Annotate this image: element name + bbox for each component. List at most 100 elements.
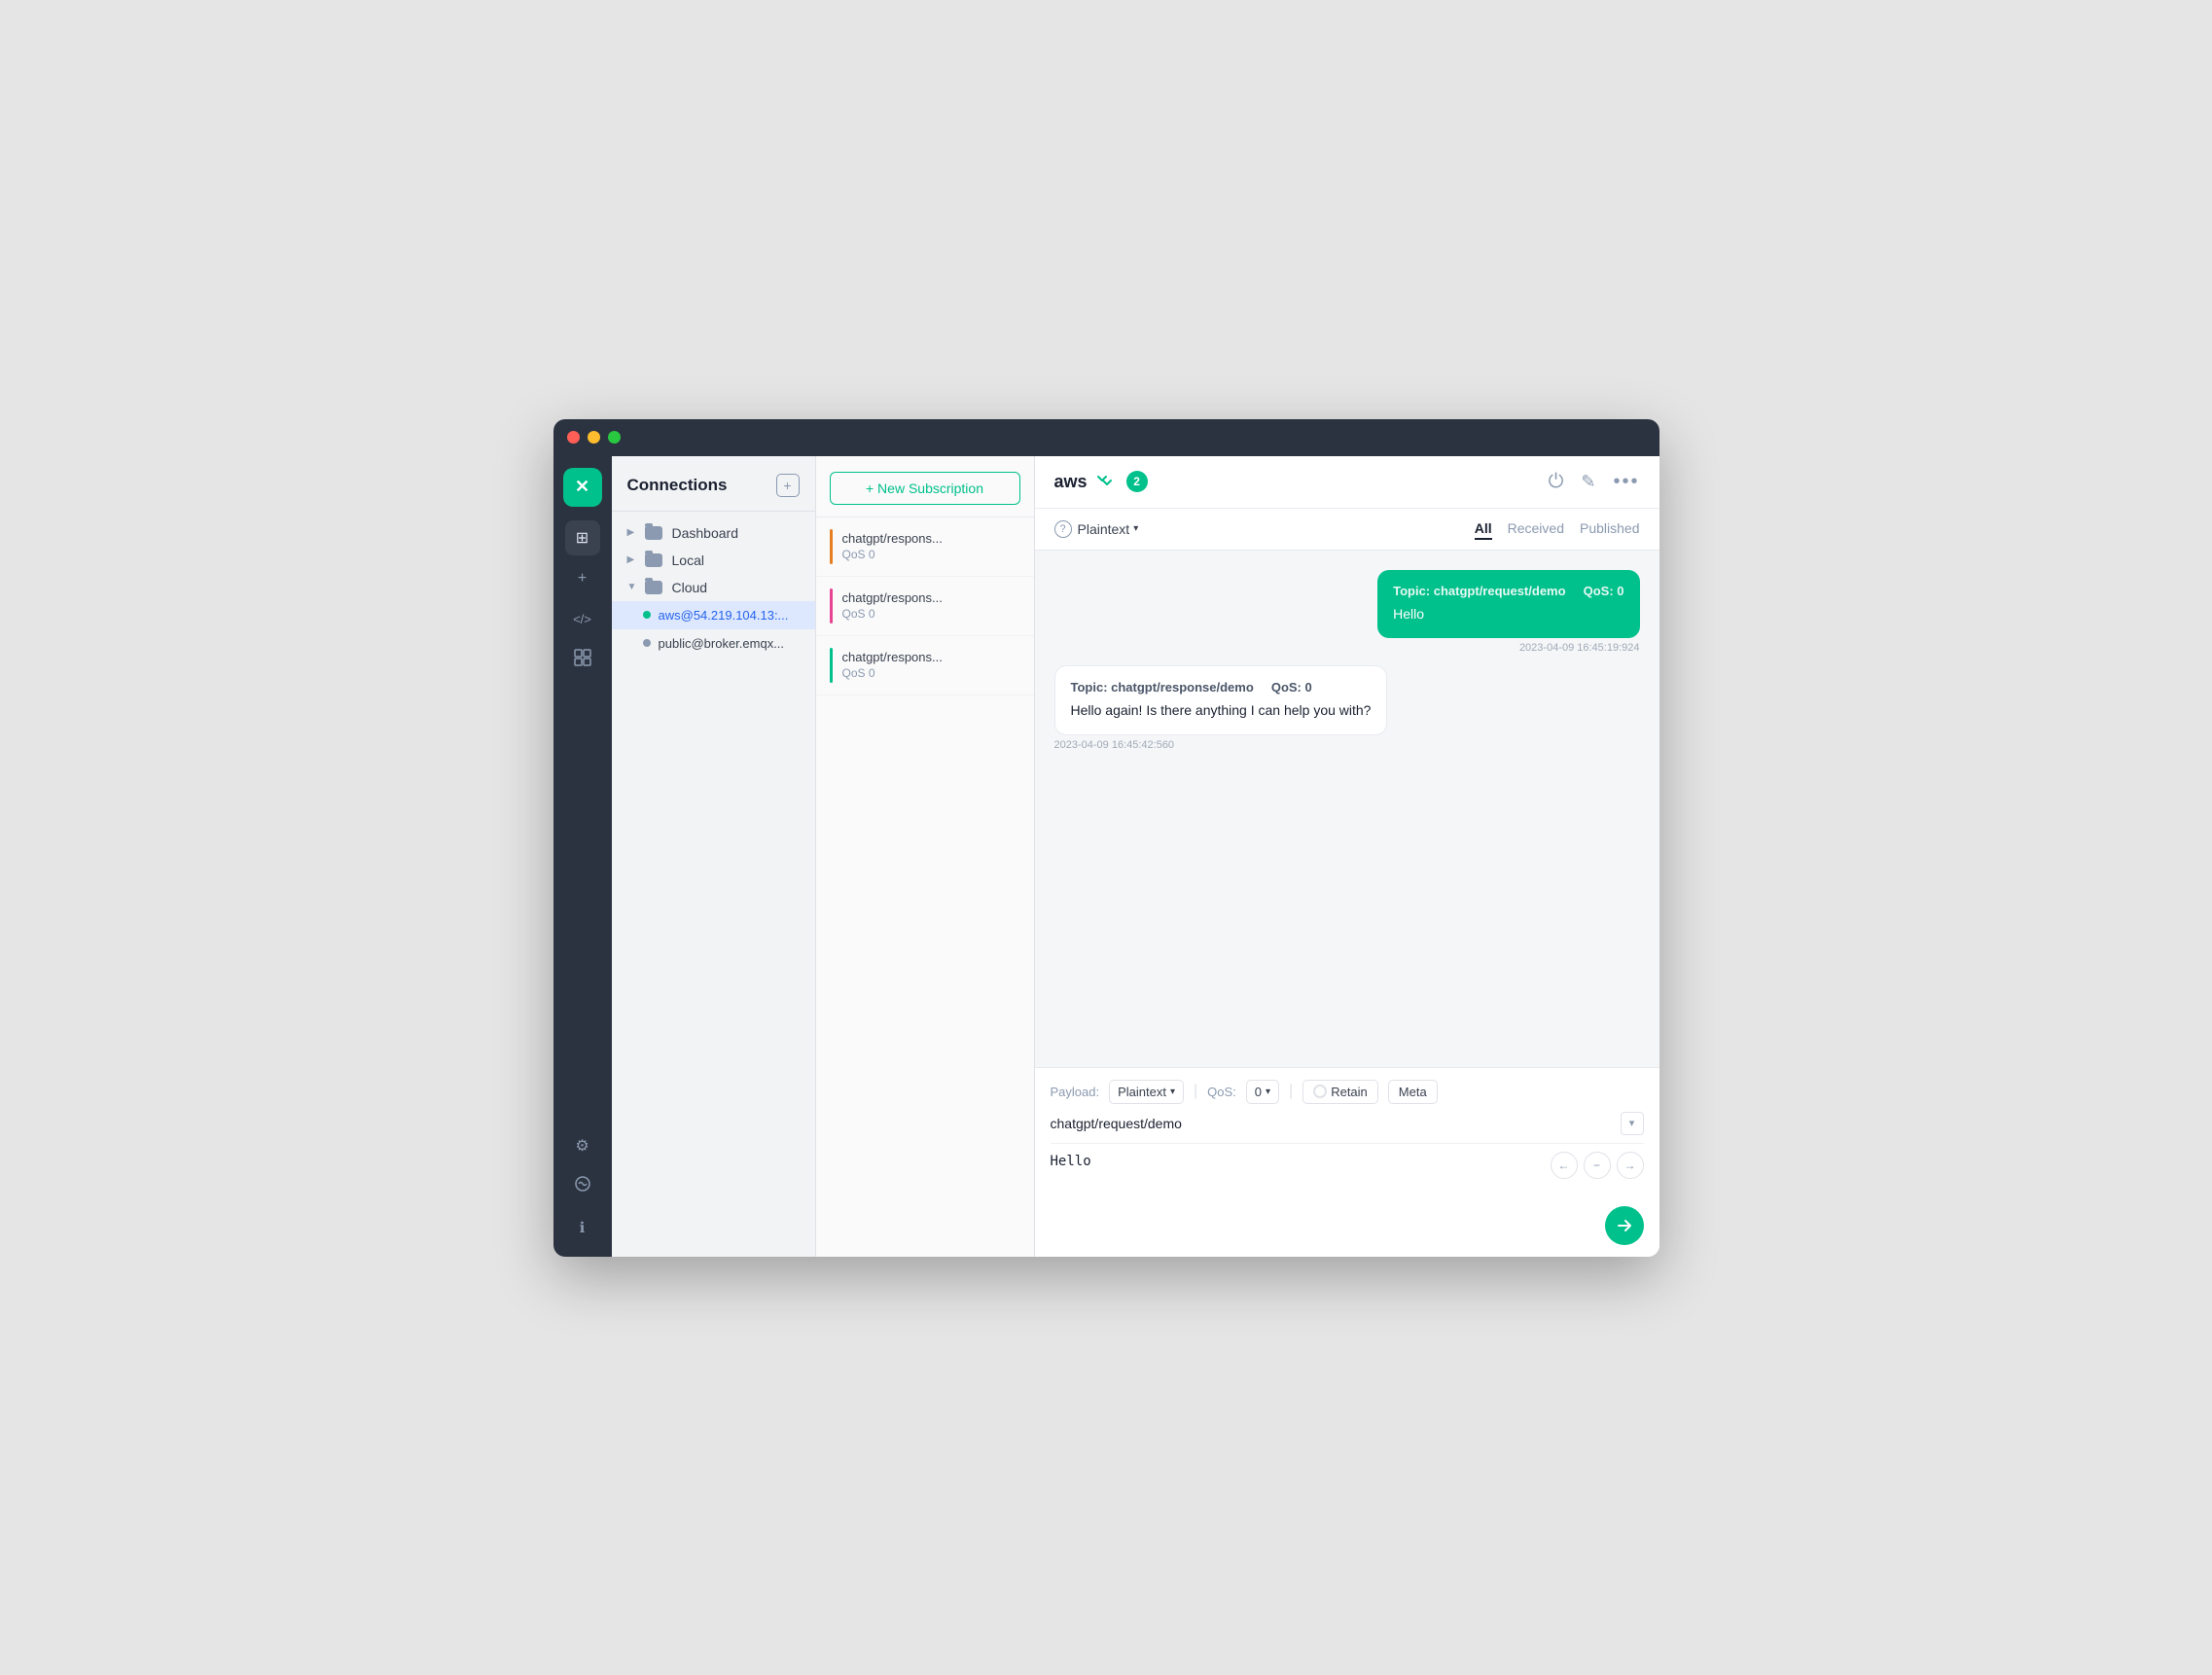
subscription-topic: chatgpt/respons... <box>842 531 1020 546</box>
sidebar-item-log[interactable] <box>565 1169 600 1204</box>
connection-item-public[interactable]: public@broker.emqx... <box>612 629 815 658</box>
tree-group-dashboard[interactable]: ▶ Dashboard <box>612 519 815 547</box>
sidebar-item-schema[interactable] <box>565 643 600 678</box>
chevron-right-icon: ▶ <box>627 554 637 565</box>
subscription-qos: QoS 0 <box>842 548 1020 561</box>
sidebar-item-connections[interactable]: ⊞ <box>565 520 600 555</box>
retain-toggle[interactable]: Retain <box>1302 1080 1378 1104</box>
tree-group-local[interactable]: ▶ Local <box>612 547 815 574</box>
sidebar-icons: ✕ ⊞ + </> <box>553 456 612 1257</box>
connection-item-aws[interactable]: aws@54.219.104.13:... <box>612 601 815 629</box>
new-subscription-button[interactable]: + New Subscription <box>830 472 1020 505</box>
divider: | <box>1194 1083 1197 1100</box>
message-panel: aws 2 ⏻ ✎ ••• <box>1035 456 1659 1257</box>
message-filter-tabs: All Received Published <box>1475 518 1640 540</box>
header-left: aws 2 <box>1054 471 1148 492</box>
list-item[interactable]: chatgpt/respons... QoS 0 <box>816 517 1034 577</box>
connections-panel: Connections + ▶ Dashboard ▶ Local <box>612 456 816 1257</box>
compose-actions: ← − → <box>1551 1152 1644 1179</box>
group-dashboard-label: Dashboard <box>672 525 739 541</box>
help-label: ? <box>1059 523 1065 535</box>
message-item-received: Topic: chatgpt/response/demo QoS: 0 Hell… <box>1054 665 1640 751</box>
subscriptions-list: chatgpt/respons... QoS 0 chatgpt/respons… <box>816 517 1034 1257</box>
edit-button[interactable]: ✎ <box>1581 472 1595 492</box>
compose-message-row: Hello ← − → <box>1051 1152 1644 1200</box>
compose-topic-row: ▾ <box>1051 1112 1644 1144</box>
log-icon <box>574 1175 591 1197</box>
power-button[interactable]: ⏻ <box>1549 471 1564 493</box>
sidebar-item-add[interactable]: + <box>565 561 600 596</box>
tab-published[interactable]: Published <box>1580 518 1640 540</box>
compose-payload-type[interactable]: Plaintext ▾ <box>1109 1080 1184 1104</box>
maximize-button[interactable] <box>608 431 621 444</box>
titlebar <box>553 419 1659 456</box>
connections-icon: ⊞ <box>576 528 589 548</box>
chevron-down-icon: ▾ <box>1133 523 1138 534</box>
nav-minus-button[interactable]: − <box>1584 1152 1611 1179</box>
messages-area: Topic: chatgpt/request/demo QoS: 0 Hello… <box>1035 551 1659 1067</box>
subscription-qos: QoS 0 <box>842 666 1020 680</box>
connection-tree: ▶ Dashboard ▶ Local ▼ Cloud <box>612 512 815 665</box>
folder-icon <box>645 553 662 567</box>
folder-icon <box>645 526 662 540</box>
payload-label: Payload: <box>1051 1085 1100 1099</box>
compose-qos[interactable]: 0 ▾ <box>1246 1080 1279 1104</box>
status-offline-dot <box>643 639 651 647</box>
connections-header: Connections + <box>612 456 815 512</box>
qos-value: 0 <box>1255 1085 1262 1099</box>
meta-label: Meta <box>1399 1085 1427 1099</box>
subscriptions-header: + New Subscription <box>816 456 1034 517</box>
connections-title: Connections <box>627 476 728 495</box>
chevron-down-icon: ▾ <box>1266 1087 1270 1097</box>
more-options-button[interactable]: ••• <box>1613 471 1639 493</box>
subscription-info: chatgpt/respons... QoS 0 <box>842 650 1020 680</box>
connection-aws-label: aws@54.219.104.13:... <box>659 608 789 623</box>
header-right: ⏻ ✎ ••• <box>1549 471 1640 493</box>
connection-status-icon <box>1097 473 1117 491</box>
logo-text: ✕ <box>575 477 589 497</box>
chevron-down-icon: ▾ <box>1629 1117 1635 1129</box>
sidebar-item-settings[interactable]: ⚙ <box>565 1128 600 1163</box>
subscription-info: chatgpt/respons... QoS 0 <box>842 531 1020 561</box>
close-button[interactable] <box>567 431 580 444</box>
received-body: Hello again! Is there anything I can hel… <box>1071 700 1372 721</box>
group-cloud-label: Cloud <box>672 580 708 595</box>
sidebar-item-info[interactable]: ℹ <box>565 1210 600 1245</box>
collapse-button[interactable]: ▾ <box>1621 1112 1644 1135</box>
code-icon: </> <box>573 612 591 626</box>
meta-button[interactable]: Meta <box>1388 1080 1438 1104</box>
list-item[interactable]: chatgpt/respons... QoS 0 <box>816 636 1034 695</box>
tab-all[interactable]: All <box>1475 518 1492 540</box>
tab-received[interactable]: Received <box>1508 518 1564 540</box>
received-time: 2023-04-09 16:45:42:560 <box>1054 739 1175 751</box>
tree-group-cloud[interactable]: ▼ Cloud <box>612 574 815 601</box>
received-meta: Topic: chatgpt/response/demo QoS: 0 <box>1071 680 1372 695</box>
send-button[interactable] <box>1605 1206 1644 1245</box>
sent-meta: Topic: chatgpt/request/demo QoS: 0 <box>1393 584 1623 598</box>
filter-bar: ? Plaintext ▾ All Received Published <box>1035 509 1659 551</box>
payload-type-dropdown[interactable]: Plaintext ▾ <box>1078 521 1139 537</box>
app-logo: ✕ <box>563 468 602 507</box>
received-bubble: Topic: chatgpt/response/demo QoS: 0 Hell… <box>1054 665 1388 735</box>
connection-name-tag: aws <box>1054 472 1088 492</box>
help-icon[interactable]: ? <box>1054 520 1072 538</box>
divider: | <box>1289 1083 1293 1100</box>
message-input[interactable]: Hello <box>1051 1152 1551 1193</box>
topic-input[interactable] <box>1051 1116 1621 1131</box>
chevron-down-icon: ▼ <box>627 582 637 592</box>
qos-label: QoS: <box>1207 1085 1236 1099</box>
nav-back-button[interactable]: ← <box>1551 1152 1578 1179</box>
folder-icon <box>645 581 662 594</box>
subscriptions-panel: + New Subscription chatgpt/respons... Qo… <box>816 456 1035 1257</box>
nav-forward-button[interactable]: → <box>1617 1152 1644 1179</box>
info-icon: ℹ <box>580 1219 586 1236</box>
sidebar-item-code[interactable]: </> <box>565 602 600 637</box>
payload-type-value: Plaintext <box>1118 1085 1166 1099</box>
sent-time: 2023-04-09 16:45:19:924 <box>1519 642 1640 654</box>
add-connection-button[interactable]: + <box>776 474 800 497</box>
status-online-dot <box>643 611 651 619</box>
subscription-color-bar <box>830 648 833 683</box>
minimize-button[interactable] <box>588 431 600 444</box>
list-item[interactable]: chatgpt/respons... QoS 0 <box>816 577 1034 636</box>
message-panel-header: aws 2 ⏻ ✎ ••• <box>1035 456 1659 509</box>
